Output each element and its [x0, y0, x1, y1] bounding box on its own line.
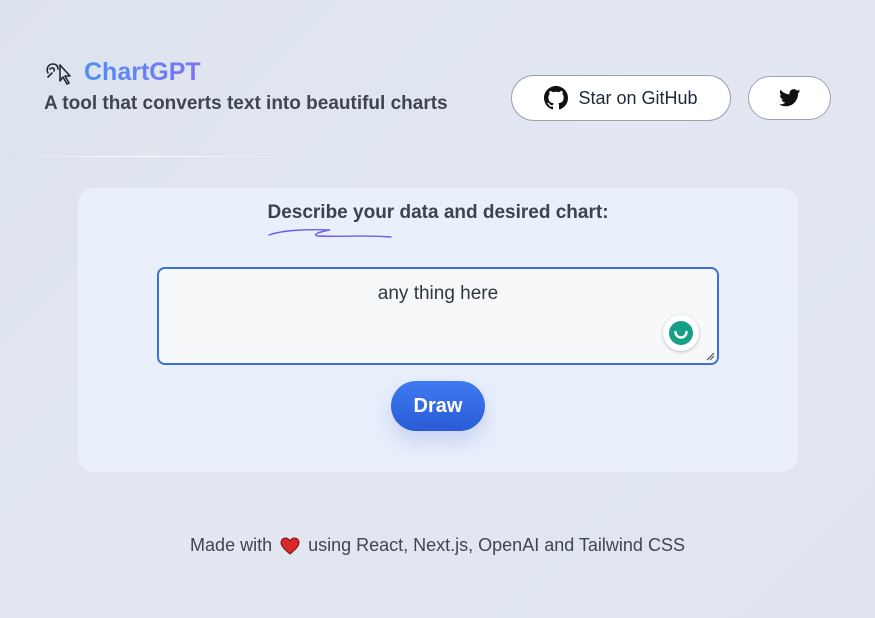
input-value[interactable]: any thing here: [159, 283, 717, 305]
heart-icon: [280, 536, 300, 555]
prompt-label: Describe your data and desired chart:: [267, 202, 609, 223]
header-divider: [0, 156, 300, 157]
chart-hand-icon: [46, 62, 71, 85]
github-icon: [544, 86, 569, 110]
input-card: Describe your data and desired chart: an…: [78, 188, 798, 472]
resize-handle-icon[interactable]: [705, 351, 715, 361]
github-star-button[interactable]: Star on GitHub: [511, 75, 731, 121]
underline-squiggle: [268, 228, 392, 238]
github-button-label: Star on GitHub: [578, 87, 698, 108]
footer-prefix: Made with: [190, 535, 273, 555]
draw-button[interactable]: Draw: [391, 381, 485, 431]
tagline: A tool that converts text into beautiful…: [44, 93, 448, 114]
twitter-button[interactable]: [748, 76, 831, 120]
brand-title: ChartGPT: [84, 58, 201, 86]
footer-suffix: using React, Next.js, OpenAI and Tailwin…: [308, 535, 685, 555]
twitter-icon: [778, 89, 800, 107]
description-input[interactable]: any thing here: [157, 267, 719, 365]
logo: ChartGPT: [44, 58, 201, 87]
footer: Made with using React, Next.js, OpenAI a…: [0, 535, 875, 556]
grammarly-icon[interactable]: [663, 315, 699, 351]
